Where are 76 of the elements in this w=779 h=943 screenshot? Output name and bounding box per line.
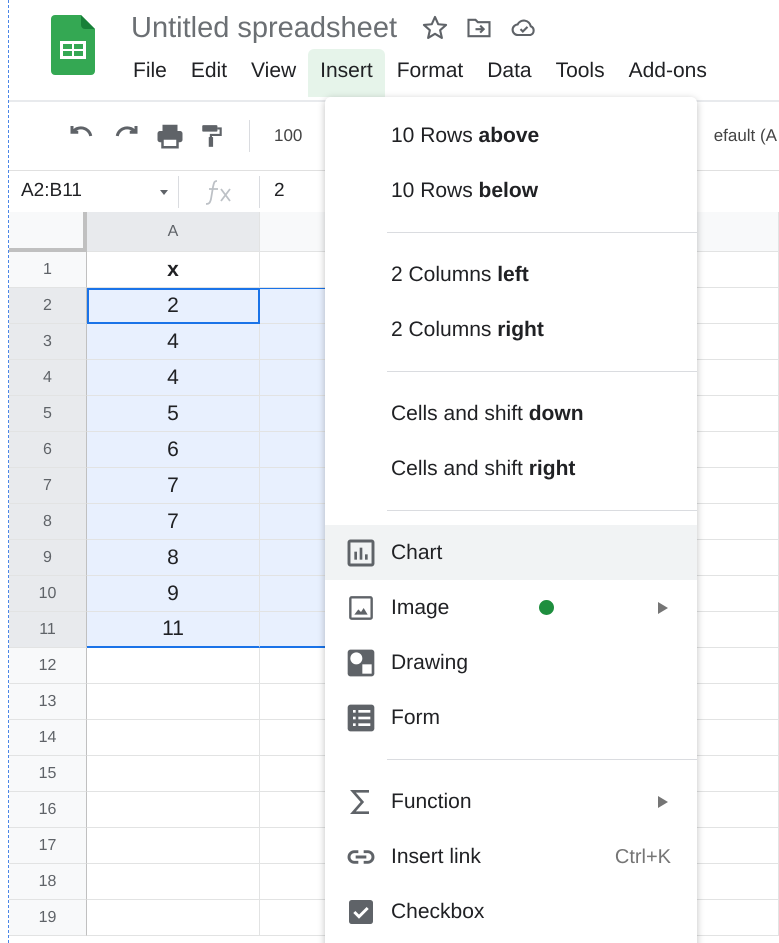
menu-option[interactable]: 10 Rows above [325, 108, 697, 163]
menu-option-label: Insert link [391, 844, 481, 870]
menu-item[interactable]: Insert [308, 49, 385, 96]
menu-option[interactable]: 2 Columns left [325, 247, 697, 302]
menu-option[interactable]: Checkbox [325, 884, 697, 939]
formula-value[interactable]: 2 [274, 177, 285, 206]
row-header[interactable]: 15 [9, 756, 87, 792]
table-cell: 6 [87, 432, 260, 468]
menu-option[interactable]: Insert link Ctrl+K [325, 829, 697, 884]
table-cell: 11 [87, 612, 260, 648]
zoom-select[interactable]: 100 [274, 123, 302, 149]
menu-item[interactable]: File [121, 49, 179, 96]
menu-option-label: Checkbox [391, 898, 484, 925]
table-cell: 8 [87, 540, 260, 576]
table-cell: 4 [87, 324, 260, 360]
row-header[interactable]: 12 [9, 648, 87, 684]
menu-option-label: 10 Rows below [391, 178, 538, 204]
menu-option-label: 10 Rows above [391, 122, 540, 149]
row-header[interactable]: 13 [9, 684, 87, 720]
table-cell: 7 [87, 504, 260, 540]
row-header[interactable]: 14 [9, 720, 87, 756]
row-header[interactable]: 16 [9, 792, 87, 828]
column-header[interactable]: A [87, 212, 260, 252]
menu-option[interactable]: Cells and shift right [325, 441, 697, 496]
menu-option[interactable]: Function [325, 774, 697, 829]
font-select[interactable]: efault (A [714, 123, 777, 149]
cell-range-text: A2:B11 [21, 179, 82, 204]
table-cell: 4 [87, 360, 260, 396]
menu-item[interactable]: Data [475, 49, 544, 96]
menu-option[interactable]: Cells and shift down [325, 386, 697, 441]
row-header[interactable]: 11 [9, 612, 87, 648]
row-header[interactable]: 8 [9, 504, 87, 540]
shortcut-text: Ctrl+K [614, 844, 671, 870]
row-header[interactable]: 3 [9, 324, 87, 360]
menu-option-label: 2 Columns right [391, 316, 544, 343]
row-header[interactable]: 2 [9, 288, 87, 324]
table-cell: 2 [87, 288, 260, 324]
menu-option[interactable]: Drawing [325, 635, 697, 690]
menu-option[interactable]: 2 Columns right [325, 302, 697, 357]
document-title[interactable]: Untitled spreadsheet [131, 0, 397, 43]
menu-option-label: Image [391, 594, 450, 621]
sheets-logo-icon[interactable] [50, 15, 96, 75]
row-header[interactable]: 6 [9, 432, 87, 468]
menu-option-label: Cells and shift right [391, 456, 576, 482]
menu-option[interactable]: Chart [325, 525, 697, 580]
menu-option-label: Cells and shift down [391, 400, 584, 427]
row-header[interactable]: 4 [9, 360, 87, 396]
menu-option-label: Function [391, 788, 472, 815]
row-header[interactable]: 7 [9, 468, 87, 504]
menu-item[interactable]: Format [384, 49, 476, 96]
menu-option[interactable]: Form [325, 690, 697, 745]
row-header[interactable]: 9 [9, 540, 87, 576]
table-cell: 7 [87, 468, 260, 504]
menu-option-label: Form [391, 704, 440, 731]
drawing-icon [345, 646, 377, 678]
menu-option-label: Drawing [391, 650, 468, 676]
row-header[interactable]: 17 [9, 828, 87, 864]
form-icon [345, 702, 377, 734]
menu-option-label: 2 Columns left [391, 262, 529, 288]
chart-icon [345, 536, 377, 568]
menu-option[interactable]: 10 Rows below [325, 163, 697, 218]
menu-option-label: Chart [391, 540, 442, 566]
menu-item[interactable]: View [239, 49, 308, 96]
menu-option[interactable]: Image [325, 580, 697, 635]
menu-item[interactable]: Add-ons [616, 49, 719, 96]
row-header[interactable]: 1 [9, 252, 87, 288]
menu-item[interactable]: Edit [178, 49, 240, 96]
row-header[interactable]: 10 [9, 576, 87, 612]
menu-item[interactable]: Tools [544, 49, 617, 96]
table-cell: 5 [87, 396, 260, 432]
star-icon[interactable] [421, 14, 449, 42]
row-header[interactable]: 19 [9, 900, 87, 936]
row-header[interactable]: 5 [9, 396, 87, 432]
name-box[interactable]: A2:B11 [9, 176, 179, 208]
row-header[interactable]: 18 [9, 864, 87, 900]
table-cell: 9 [87, 576, 260, 612]
